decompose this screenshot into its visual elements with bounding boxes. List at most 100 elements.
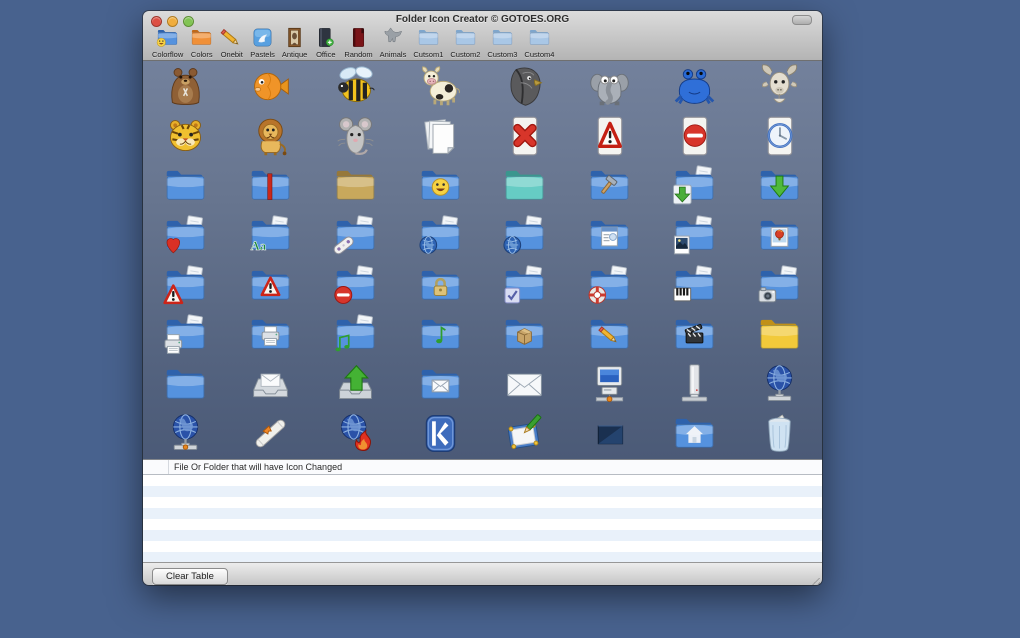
icon-documents[interactable] bbox=[398, 112, 483, 162]
icon-folder-print[interactable] bbox=[143, 310, 228, 360]
icon-folder-download-arrow[interactable] bbox=[737, 161, 822, 211]
icon-bear[interactable] bbox=[143, 62, 228, 112]
icon-cow[interactable] bbox=[398, 62, 483, 112]
icon-bee[interactable] bbox=[313, 62, 398, 112]
icon-diploma[interactable] bbox=[228, 409, 313, 459]
icon-envelope[interactable] bbox=[483, 360, 568, 410]
animals-icon bbox=[382, 26, 405, 49]
bottom-bar: Clear Table bbox=[143, 562, 822, 585]
icon-eagle[interactable] bbox=[483, 62, 568, 112]
icon-folder-webpage[interactable] bbox=[567, 211, 652, 261]
icon-folder-camera[interactable] bbox=[737, 260, 822, 310]
colors-icon bbox=[190, 26, 213, 49]
icon-folder-checkbox[interactable] bbox=[483, 260, 568, 310]
icon-folder-locked[interactable] bbox=[398, 260, 483, 310]
random-icon bbox=[347, 26, 370, 49]
toolbar-item-custom2[interactable]: Custom2 bbox=[450, 26, 480, 59]
icon-network-globe-2[interactable] bbox=[143, 409, 228, 459]
toolbar-item-label: Cutsom1 bbox=[413, 50, 443, 59]
desktop: { "window": { "title": "Folder Icon Crea… bbox=[0, 0, 1020, 638]
icon-no-entry-card[interactable] bbox=[652, 112, 737, 162]
toolbar-item-label: Animals bbox=[380, 50, 407, 59]
icon-folder-warning[interactable] bbox=[143, 260, 228, 310]
icon-folder-yellow[interactable] bbox=[737, 310, 822, 360]
table-icon-column bbox=[143, 460, 169, 474]
onebit-icon bbox=[220, 26, 243, 49]
icon-goat[interactable] bbox=[737, 62, 822, 112]
icon-trash-full[interactable] bbox=[737, 409, 822, 459]
icon-inbox-tray[interactable] bbox=[228, 360, 313, 410]
toolbar-item-label: Colors bbox=[191, 50, 213, 59]
icon-folder-globe-2[interactable] bbox=[483, 211, 568, 261]
icon-folder-fonts[interactable]: Aa bbox=[228, 211, 313, 261]
colorflow-icon bbox=[156, 26, 179, 49]
icon-dark-screen[interactable] bbox=[567, 409, 652, 459]
icon-folder-lifebuoy[interactable] bbox=[567, 260, 652, 310]
icon-frog[interactable] bbox=[652, 62, 737, 112]
icon-folder-tan[interactable] bbox=[313, 161, 398, 211]
toolbar-item-custom4[interactable]: Custom4 bbox=[524, 26, 554, 59]
icon-firewall-globe[interactable] bbox=[313, 409, 398, 459]
icon-folder-smiley[interactable] bbox=[398, 161, 483, 211]
icon-folder-plain[interactable] bbox=[143, 360, 228, 410]
toolbar-item-label: Custom3 bbox=[487, 50, 517, 59]
toolbar-toggle-button[interactable] bbox=[792, 15, 812, 25]
icon-folder-package[interactable] bbox=[483, 310, 568, 360]
icon-blowfish[interactable] bbox=[228, 62, 313, 112]
icon-folder-no-entry[interactable] bbox=[313, 260, 398, 310]
toolbar-item-label: Colorflow bbox=[152, 50, 183, 59]
icon-tiger[interactable] bbox=[143, 112, 228, 162]
icon-mouse[interactable] bbox=[313, 112, 398, 162]
icon-folder-printer[interactable] bbox=[228, 310, 313, 360]
icon-folder-favorites-heart[interactable] bbox=[143, 211, 228, 261]
icon-outbox-tray[interactable] bbox=[313, 360, 398, 410]
icon-folder-pencil[interactable] bbox=[567, 310, 652, 360]
icon-folder-mail[interactable] bbox=[398, 360, 483, 410]
icon-folder-home[interactable] bbox=[652, 409, 737, 459]
icon-warning-card[interactable] bbox=[567, 112, 652, 162]
icon-folder-video[interactable] bbox=[652, 310, 737, 360]
icon-folder-blue[interactable] bbox=[143, 161, 228, 211]
icon-folder-photo[interactable] bbox=[652, 211, 737, 261]
icon-folder-piano[interactable] bbox=[652, 260, 737, 310]
file-drop-table[interactable] bbox=[143, 475, 822, 562]
icon-folder-pictures[interactable] bbox=[737, 211, 822, 261]
toolbar-item-antique[interactable]: Antique bbox=[282, 26, 307, 59]
icon-elephant[interactable] bbox=[567, 62, 652, 112]
clear-table-button[interactable]: Clear Table bbox=[152, 568, 228, 585]
icon-grid: Aa bbox=[143, 61, 822, 459]
icon-delete-card[interactable] bbox=[483, 112, 568, 162]
icon-folder-music-note[interactable] bbox=[398, 310, 483, 360]
toolbar-item-office[interactable]: Office bbox=[314, 26, 337, 59]
toolbar-item-label: Office bbox=[316, 50, 335, 59]
toolbar: Colorflow Colors Onebit Pastels Antique Offic… bbox=[152, 26, 818, 59]
icon-kde[interactable] bbox=[398, 409, 483, 459]
icon-folder-hammer[interactable] bbox=[567, 161, 652, 211]
icon-clock-card[interactable] bbox=[737, 112, 822, 162]
icon-server-tower[interactable] bbox=[652, 360, 737, 410]
icon-folder-teal[interactable] bbox=[483, 161, 568, 211]
table-header-label: File Or Folder that will have Icon Chang… bbox=[169, 460, 342, 474]
icon-folder-games[interactable] bbox=[313, 211, 398, 261]
toolbar-item-cutsom1[interactable]: Cutsom1 bbox=[413, 26, 443, 59]
icon-folder-download-box[interactable] bbox=[652, 161, 737, 211]
icon-network-globe[interactable] bbox=[737, 360, 822, 410]
icon-workstation[interactable] bbox=[567, 360, 652, 410]
toolbar-item-label: Custom2 bbox=[450, 50, 480, 59]
resize-grip[interactable] bbox=[810, 578, 820, 585]
toolbar-item-random[interactable]: Random bbox=[344, 26, 372, 59]
icon-folder-music-notes[interactable] bbox=[313, 310, 398, 360]
toolbar-item-colors[interactable]: Colors bbox=[190, 26, 213, 59]
icon-notepad[interactable] bbox=[483, 409, 568, 459]
toolbar-item-animals[interactable]: Animals bbox=[380, 26, 407, 59]
titlebar-toolbar: Folder Icon Creator © GOTOES.ORG Colorfl… bbox=[143, 11, 822, 61]
toolbar-item-pastels[interactable]: Pastels bbox=[250, 26, 275, 59]
icon-folder-globe[interactable] bbox=[398, 211, 483, 261]
custom-icon bbox=[491, 26, 514, 49]
icon-folder-red-stripe[interactable] bbox=[228, 161, 313, 211]
toolbar-item-onebit[interactable]: Onebit bbox=[220, 26, 243, 59]
toolbar-item-custom3[interactable]: Custom3 bbox=[487, 26, 517, 59]
icon-folder-warning-big[interactable] bbox=[228, 260, 313, 310]
icon-lion[interactable] bbox=[228, 112, 313, 162]
toolbar-item-colorflow[interactable]: Colorflow bbox=[152, 26, 183, 59]
